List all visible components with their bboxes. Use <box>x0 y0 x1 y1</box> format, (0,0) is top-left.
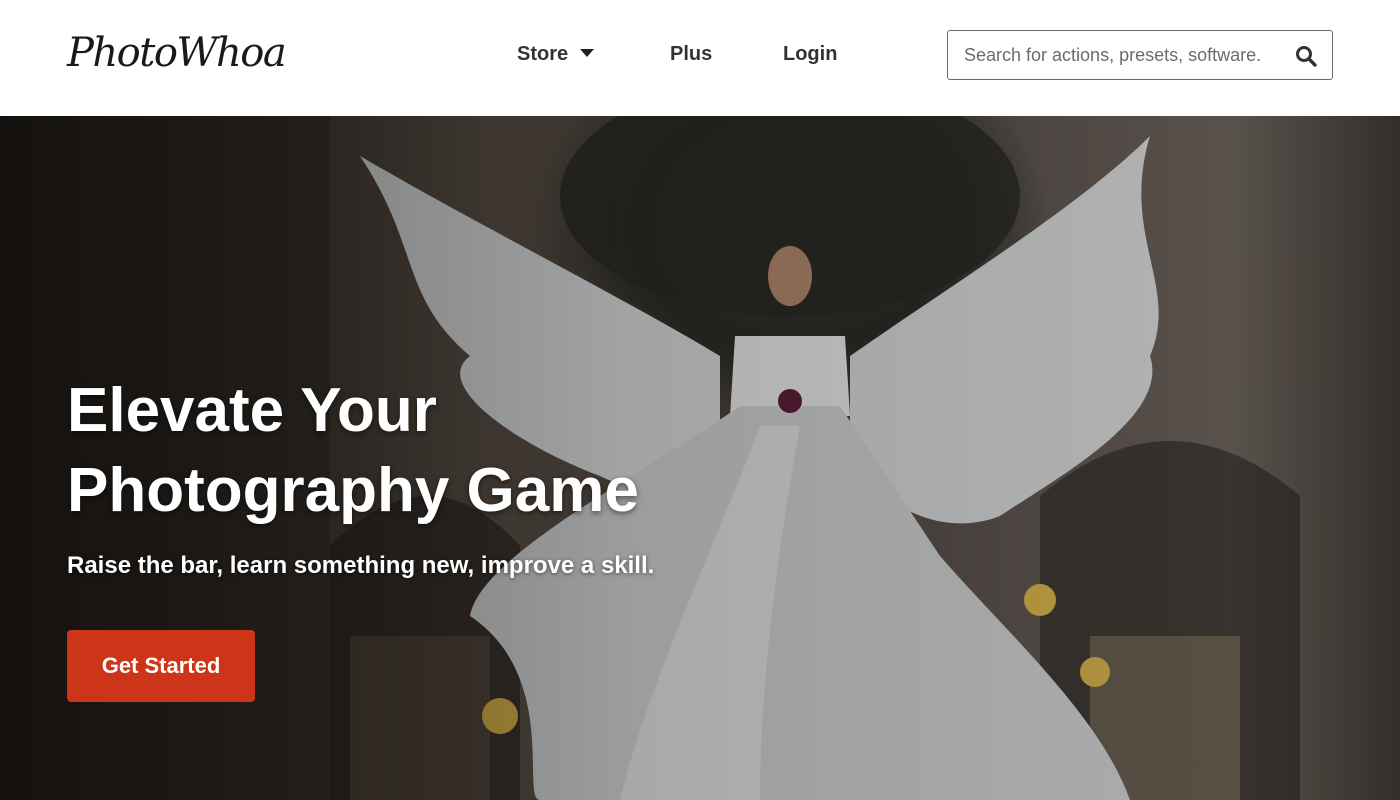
nav-store-label: Store <box>517 43 569 65</box>
nav-login[interactable]: Login <box>783 40 837 68</box>
search-box <box>947 30 1333 80</box>
logo[interactable]: PhotoWhoa <box>67 28 287 78</box>
hero-subtitle: Raise the bar, learn something new, impr… <box>67 552 655 579</box>
site-header: PhotoWhoa Store Plus Login <box>0 0 1400 116</box>
get-started-button[interactable]: Get Started <box>67 630 255 702</box>
nav-store[interactable]: Store <box>517 40 595 68</box>
search-icon[interactable] <box>1294 44 1318 68</box>
hero-title: Elevate Your Photography Game <box>67 376 639 525</box>
search-input[interactable] <box>964 40 1282 70</box>
chevron-down-icon <box>580 48 595 57</box>
nav-plus[interactable]: Plus <box>670 40 712 68</box>
hero-section: Elevate Your Photography Game Raise the … <box>0 116 1400 800</box>
